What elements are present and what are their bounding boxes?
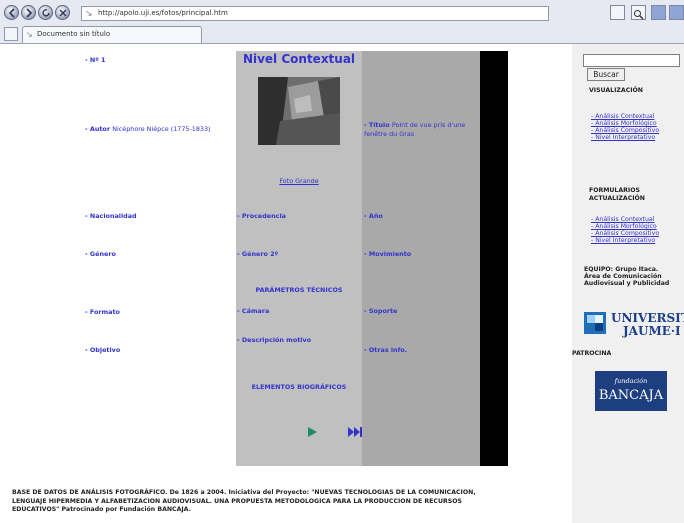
bancaja-logo-line-2: BANCAJA: [598, 388, 664, 403]
tab-document[interactable]: ↘ Documento sin título: [22, 26, 202, 43]
vis-link-contextual[interactable]: - Análisis Contextual: [591, 113, 654, 120]
tab-title: Documento sin título: [37, 30, 111, 38]
back-button[interactable]: [4, 5, 19, 20]
bancaja-logo[interactable]: fundación BANCAJA: [595, 371, 667, 411]
field-title-value-1: Point de vue pris d'une: [391, 121, 466, 129]
technical-parameters-heading: PARÁMETROS TÉCNICOS: [255, 286, 343, 294]
field-genre: - Género: [85, 250, 116, 258]
magnifier-icon: [634, 10, 644, 20]
field-camera: - Cámara: [237, 307, 270, 315]
photo-image: [258, 77, 340, 145]
field-support: - Soporte: [364, 307, 398, 315]
skip-last-icon: [348, 427, 362, 437]
team-line-3: Audiovisual y Publicidad: [584, 280, 670, 287]
large-photo-link[interactable]: Foto Grande: [236, 177, 362, 185]
photo-thumbnail[interactable]: [258, 77, 340, 145]
back-arrow-icon: [8, 8, 15, 18]
form-link-contextual[interactable]: - Análisis Contextual: [591, 216, 654, 223]
form-link-compositional[interactable]: - Análisis Compositivo: [591, 230, 659, 237]
visualization-heading: VISUALIZACIÓN: [589, 87, 643, 94]
vis-link-morphological[interactable]: - Análisis Morfológico: [591, 120, 657, 127]
field-year: - Año: [364, 212, 383, 220]
view-button[interactable]: [651, 5, 666, 20]
field-origin: - Procedencia: [237, 212, 286, 220]
right-column: [362, 51, 480, 466]
bookmark-button[interactable]: [610, 5, 625, 20]
sidebar: Buscar VISUALIZACIÓN - Análisis Contextu…: [572, 44, 684, 523]
page-title: Nivel Contextual: [242, 52, 356, 66]
window-button[interactable]: [669, 5, 684, 20]
university-emblem-icon: [584, 312, 606, 334]
field-movement: - Movimiento: [364, 250, 412, 258]
search-web-button[interactable]: [631, 5, 646, 20]
stop-button[interactable]: [55, 5, 70, 20]
search-button[interactable]: Buscar: [587, 68, 625, 81]
black-strip: [480, 51, 508, 466]
vis-link-interpretative[interactable]: - Nivel Interpretativo: [591, 134, 655, 141]
field-title-label: - Título: [364, 121, 390, 129]
tab-bar: ↘ Documento sin título: [0, 23, 684, 43]
biographical-elements-heading: ELEMENTOS BIOGRÁFICOS: [251, 383, 347, 391]
university-name-1: UNIVERSITAT: [611, 311, 684, 325]
bancaja-logo-line-1: fundación: [614, 377, 648, 385]
forward-arrow-icon: [26, 8, 33, 18]
form-link-interpretative[interactable]: - Nivel Interpretativo: [591, 237, 655, 244]
reload-button[interactable]: [38, 5, 53, 20]
play-next-icon: [308, 427, 317, 437]
sponsor-heading: PATROCINA: [572, 350, 612, 357]
university-logo[interactable]: UNIVERSITAT JAUME·I: [584, 308, 684, 338]
forward-button[interactable]: [21, 5, 36, 20]
address-bar[interactable]: ↘ http://apolo.uji.es/fotos/principal.ht…: [81, 6, 549, 21]
field-number: - Nº 1: [85, 56, 106, 64]
field-lens: - Objetivo: [85, 346, 121, 354]
address-url[interactable]: http://apolo.uji.es/fotos/principal.htm: [98, 9, 228, 17]
field-author-value: Nicéphore Niépce (1775-1833): [112, 125, 211, 133]
field-author-label: - Autor: [85, 125, 110, 133]
field-title: - Título Point de vue pris d'une: [364, 121, 465, 129]
forms-heading-1: FORMULARIOS: [589, 187, 640, 194]
form-link-morphological[interactable]: - Análisis Morfológico: [591, 223, 657, 230]
next-button[interactable]: [306, 423, 318, 437]
forms-heading-2: ACTUALIZACIÓN: [589, 195, 645, 202]
field-format: - Formato: [85, 308, 120, 316]
search-input[interactable]: [583, 54, 680, 67]
stop-icon: [59, 9, 67, 17]
footer-text: BASE DE DATOS DE ANÁLISIS FOTOGRÁFICO. D…: [12, 489, 572, 515]
field-other-info: - Otras info.: [364, 346, 408, 354]
vis-link-compositional[interactable]: - Análisis Compositivo: [591, 127, 659, 134]
footer-line-2: LENGUAJE HIPERMEDIA Y ALFABETIZACION AUD…: [12, 497, 462, 505]
field-genre-2: - Género 2º: [237, 250, 279, 258]
page-icon: ↘: [85, 9, 93, 19]
last-button[interactable]: [347, 423, 363, 437]
field-author: - Autor Nicéphore Niépce (1775-1833): [85, 125, 211, 133]
new-tab-button[interactable]: [4, 27, 18, 41]
field-nationality: - Nacionalidad: [85, 212, 137, 220]
field-title-value-2: fenêtre du Gras: [364, 130, 415, 138]
footer-line-1: BASE DE DATOS DE ANÁLISIS FOTOGRÁFICO. D…: [12, 489, 476, 496]
footer-line-3: EDUCATIVOS" Patrocinado por Fundación BA…: [12, 506, 191, 513]
reload-icon: [42, 9, 50, 17]
field-description: - Descripción motivo: [237, 336, 312, 344]
tab-page-icon: ↘: [26, 30, 33, 39]
browser-toolbar: ↘ http://apolo.uji.es/fotos/principal.ht…: [0, 0, 684, 44]
university-name-2: JAUME·I: [623, 324, 681, 338]
